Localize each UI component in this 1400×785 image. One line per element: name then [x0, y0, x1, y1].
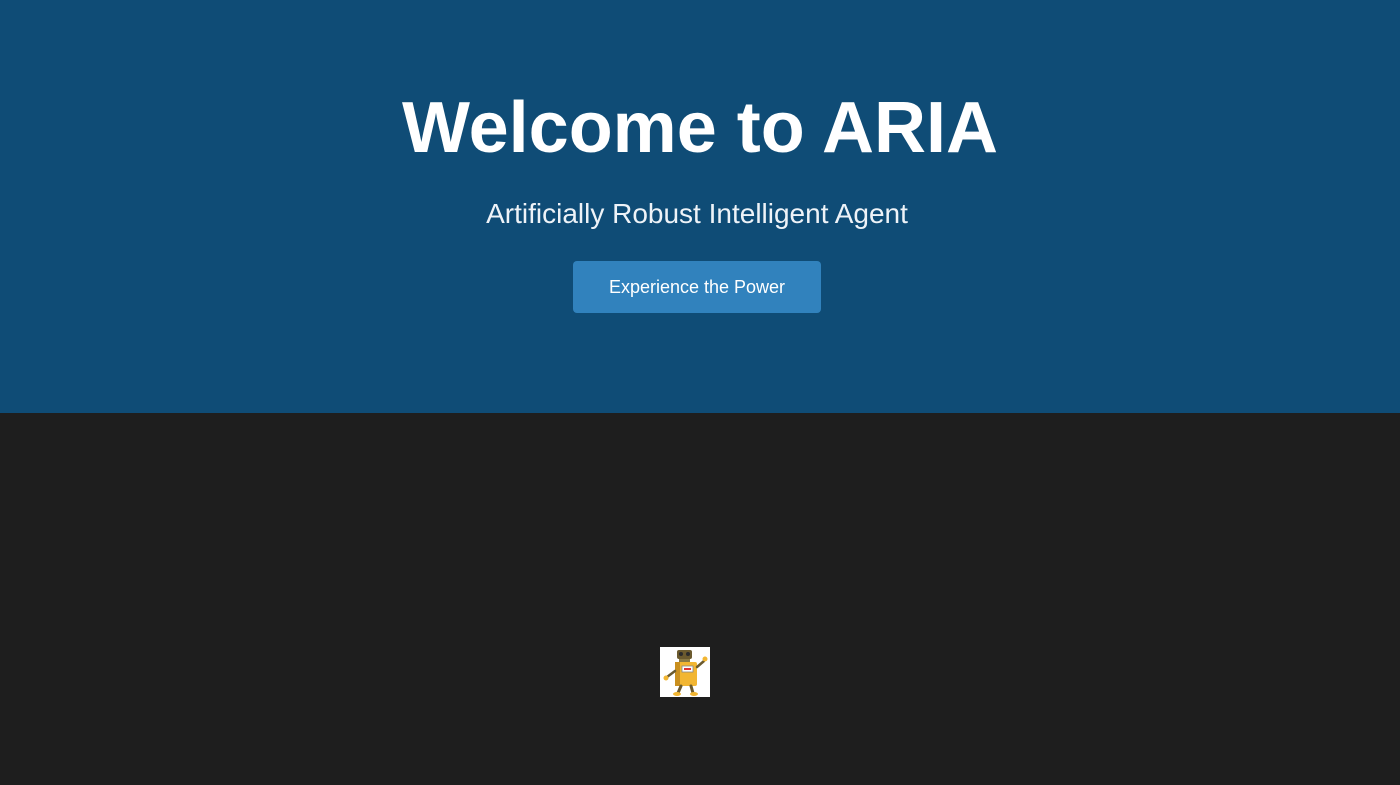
hero-subtitle: Artificially Robust Intelligent Agent [486, 198, 908, 229]
content-section [0, 413, 1400, 785]
hero-banner: Welcome to ARIA Artificially Robust Inte… [0, 0, 1400, 413]
robot-icon [660, 647, 710, 697]
experience-the-power-button[interactable]: Experience the Power [573, 261, 821, 313]
hero-title: Welcome to ARIA [401, 88, 999, 168]
